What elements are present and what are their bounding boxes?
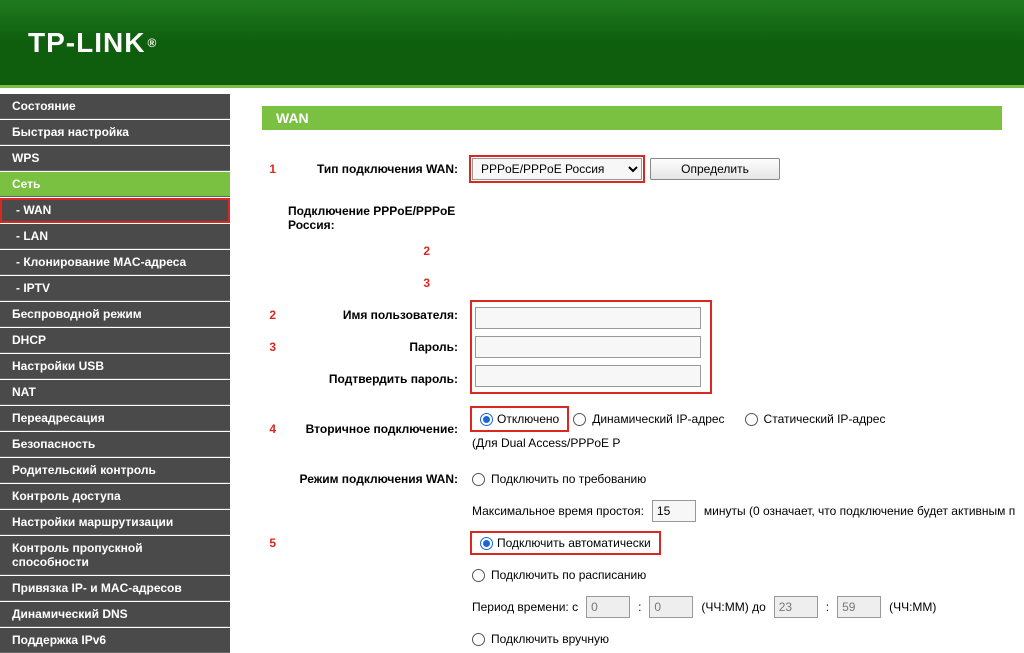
mode-manual-radio[interactable] xyxy=(472,633,485,646)
period-m1[interactable] xyxy=(649,596,693,618)
sidebar-item-5[interactable]: - LAN xyxy=(0,224,230,249)
main-panel: WAN 1 Тип подключения WAN: PPPoE/PPPoE Р… xyxy=(236,88,1024,653)
sidebar: СостояниеБыстрая настройкаWPSСеть- WAN- … xyxy=(0,88,230,653)
mode-manual-label: Подключить вручную xyxy=(491,632,609,646)
sidebar-item-20[interactable]: Поддержка IPv6 xyxy=(0,628,230,653)
sidebar-item-0[interactable]: Состояние xyxy=(0,94,230,119)
sec-disabled-label: Отключено xyxy=(497,412,559,426)
period-m2[interactable] xyxy=(837,596,881,618)
username-label2: Имя пользователя: xyxy=(288,308,472,322)
sidebar-item-14[interactable]: Родительский контроль xyxy=(0,458,230,483)
confirm-label: Подтвердить пароль: xyxy=(288,372,472,386)
sidebar-item-2[interactable]: WPS xyxy=(0,146,230,171)
detect-button[interactable]: Определить xyxy=(650,158,780,180)
sec-disabled-radio[interactable] xyxy=(480,413,493,426)
password-label: Пароль: xyxy=(288,340,472,354)
password-input[interactable] xyxy=(475,336,701,358)
secondary-label: Вторичное подключение: xyxy=(288,422,472,436)
hhmm1: (ЧЧ:ММ) до xyxy=(701,600,765,614)
sec-static-radio[interactable] xyxy=(745,413,758,426)
mode-demand-label: Подключить по требованию xyxy=(491,472,646,486)
idle-unit-1: минуты (0 означает, что подключение буде… xyxy=(704,504,1015,518)
period-h2[interactable] xyxy=(774,596,818,618)
sidebar-item-10[interactable]: Настройки USB xyxy=(0,354,230,379)
max-idle-label: Максимальное время простоя: xyxy=(472,504,644,518)
marker-1: 1 xyxy=(262,162,276,176)
registered-icon: ® xyxy=(147,36,157,50)
sidebar-item-17[interactable]: Контроль пропускной способности xyxy=(0,536,230,575)
marker-2: 2 xyxy=(288,244,460,258)
sidebar-item-8[interactable]: Беспроводной режим xyxy=(0,302,230,327)
marker-2b: 2 xyxy=(262,308,276,322)
mode-auto-label: Подключить автоматически xyxy=(497,536,651,550)
sidebar-item-19[interactable]: Динамический DNS xyxy=(0,602,230,627)
marker-3: 3 xyxy=(288,276,460,290)
panel-title: WAN xyxy=(262,106,1002,130)
mode-schedule-radio[interactable] xyxy=(472,569,485,582)
sidebar-item-12[interactable]: Переадресация xyxy=(0,406,230,431)
idle-input-1[interactable] xyxy=(652,500,696,522)
sidebar-item-9[interactable]: DHCP xyxy=(0,328,230,353)
mode-auto-radio[interactable] xyxy=(480,537,493,550)
sec-static-label: Статический IP-адрес xyxy=(764,412,886,426)
marker-3b: 3 xyxy=(262,340,276,354)
sidebar-item-13[interactable]: Безопасность xyxy=(0,432,230,457)
conn-type-label: Тип подключения WAN: xyxy=(288,162,472,176)
sec-dyn-radio[interactable] xyxy=(573,413,586,426)
hhmm2: (ЧЧ:ММ) xyxy=(889,600,936,614)
sidebar-item-6[interactable]: - Клонирование MAC-адреса xyxy=(0,250,230,275)
mode-demand-radio[interactable] xyxy=(472,473,485,486)
confirm-password-input[interactable] xyxy=(475,365,701,387)
sidebar-item-3[interactable]: Сеть xyxy=(0,172,230,197)
sidebar-item-11[interactable]: NAT xyxy=(0,380,230,405)
mode-label: Режим подключения WAN: xyxy=(288,472,472,486)
sidebar-item-7[interactable]: - IPTV xyxy=(0,276,230,301)
sidebar-item-15[interactable]: Контроль доступа xyxy=(0,484,230,509)
username-input-real[interactable] xyxy=(475,307,701,329)
sidebar-item-16[interactable]: Настройки маршрутизации xyxy=(0,510,230,535)
sidebar-item-18[interactable]: Привязка IP- и MAC-адресов xyxy=(0,576,230,601)
pppoe-section-label: Подключение PPPoE/PPPoE Россия: xyxy=(288,204,472,232)
period-h1[interactable] xyxy=(586,596,630,618)
sec-note: (Для Dual Access/PPPoE Р xyxy=(472,436,620,450)
header: TP-LINK® xyxy=(0,0,1024,88)
sec-dyn-label: Динамический IP-адрес xyxy=(592,412,724,426)
sidebar-item-1[interactable]: Быстрая настройка xyxy=(0,120,230,145)
period-from-label: Период времени: с xyxy=(472,600,578,614)
marker-4: 4 xyxy=(262,422,276,436)
marker-5: 5 xyxy=(262,536,276,550)
logo-text: TP-LINK xyxy=(28,27,145,59)
conn-type-select[interactable]: PPPoE/PPPoE Россия xyxy=(472,158,642,180)
logo: TP-LINK® xyxy=(28,27,157,59)
mode-schedule-label: Подключить по расписанию xyxy=(491,568,646,582)
sidebar-item-4[interactable]: - WAN xyxy=(0,198,230,223)
